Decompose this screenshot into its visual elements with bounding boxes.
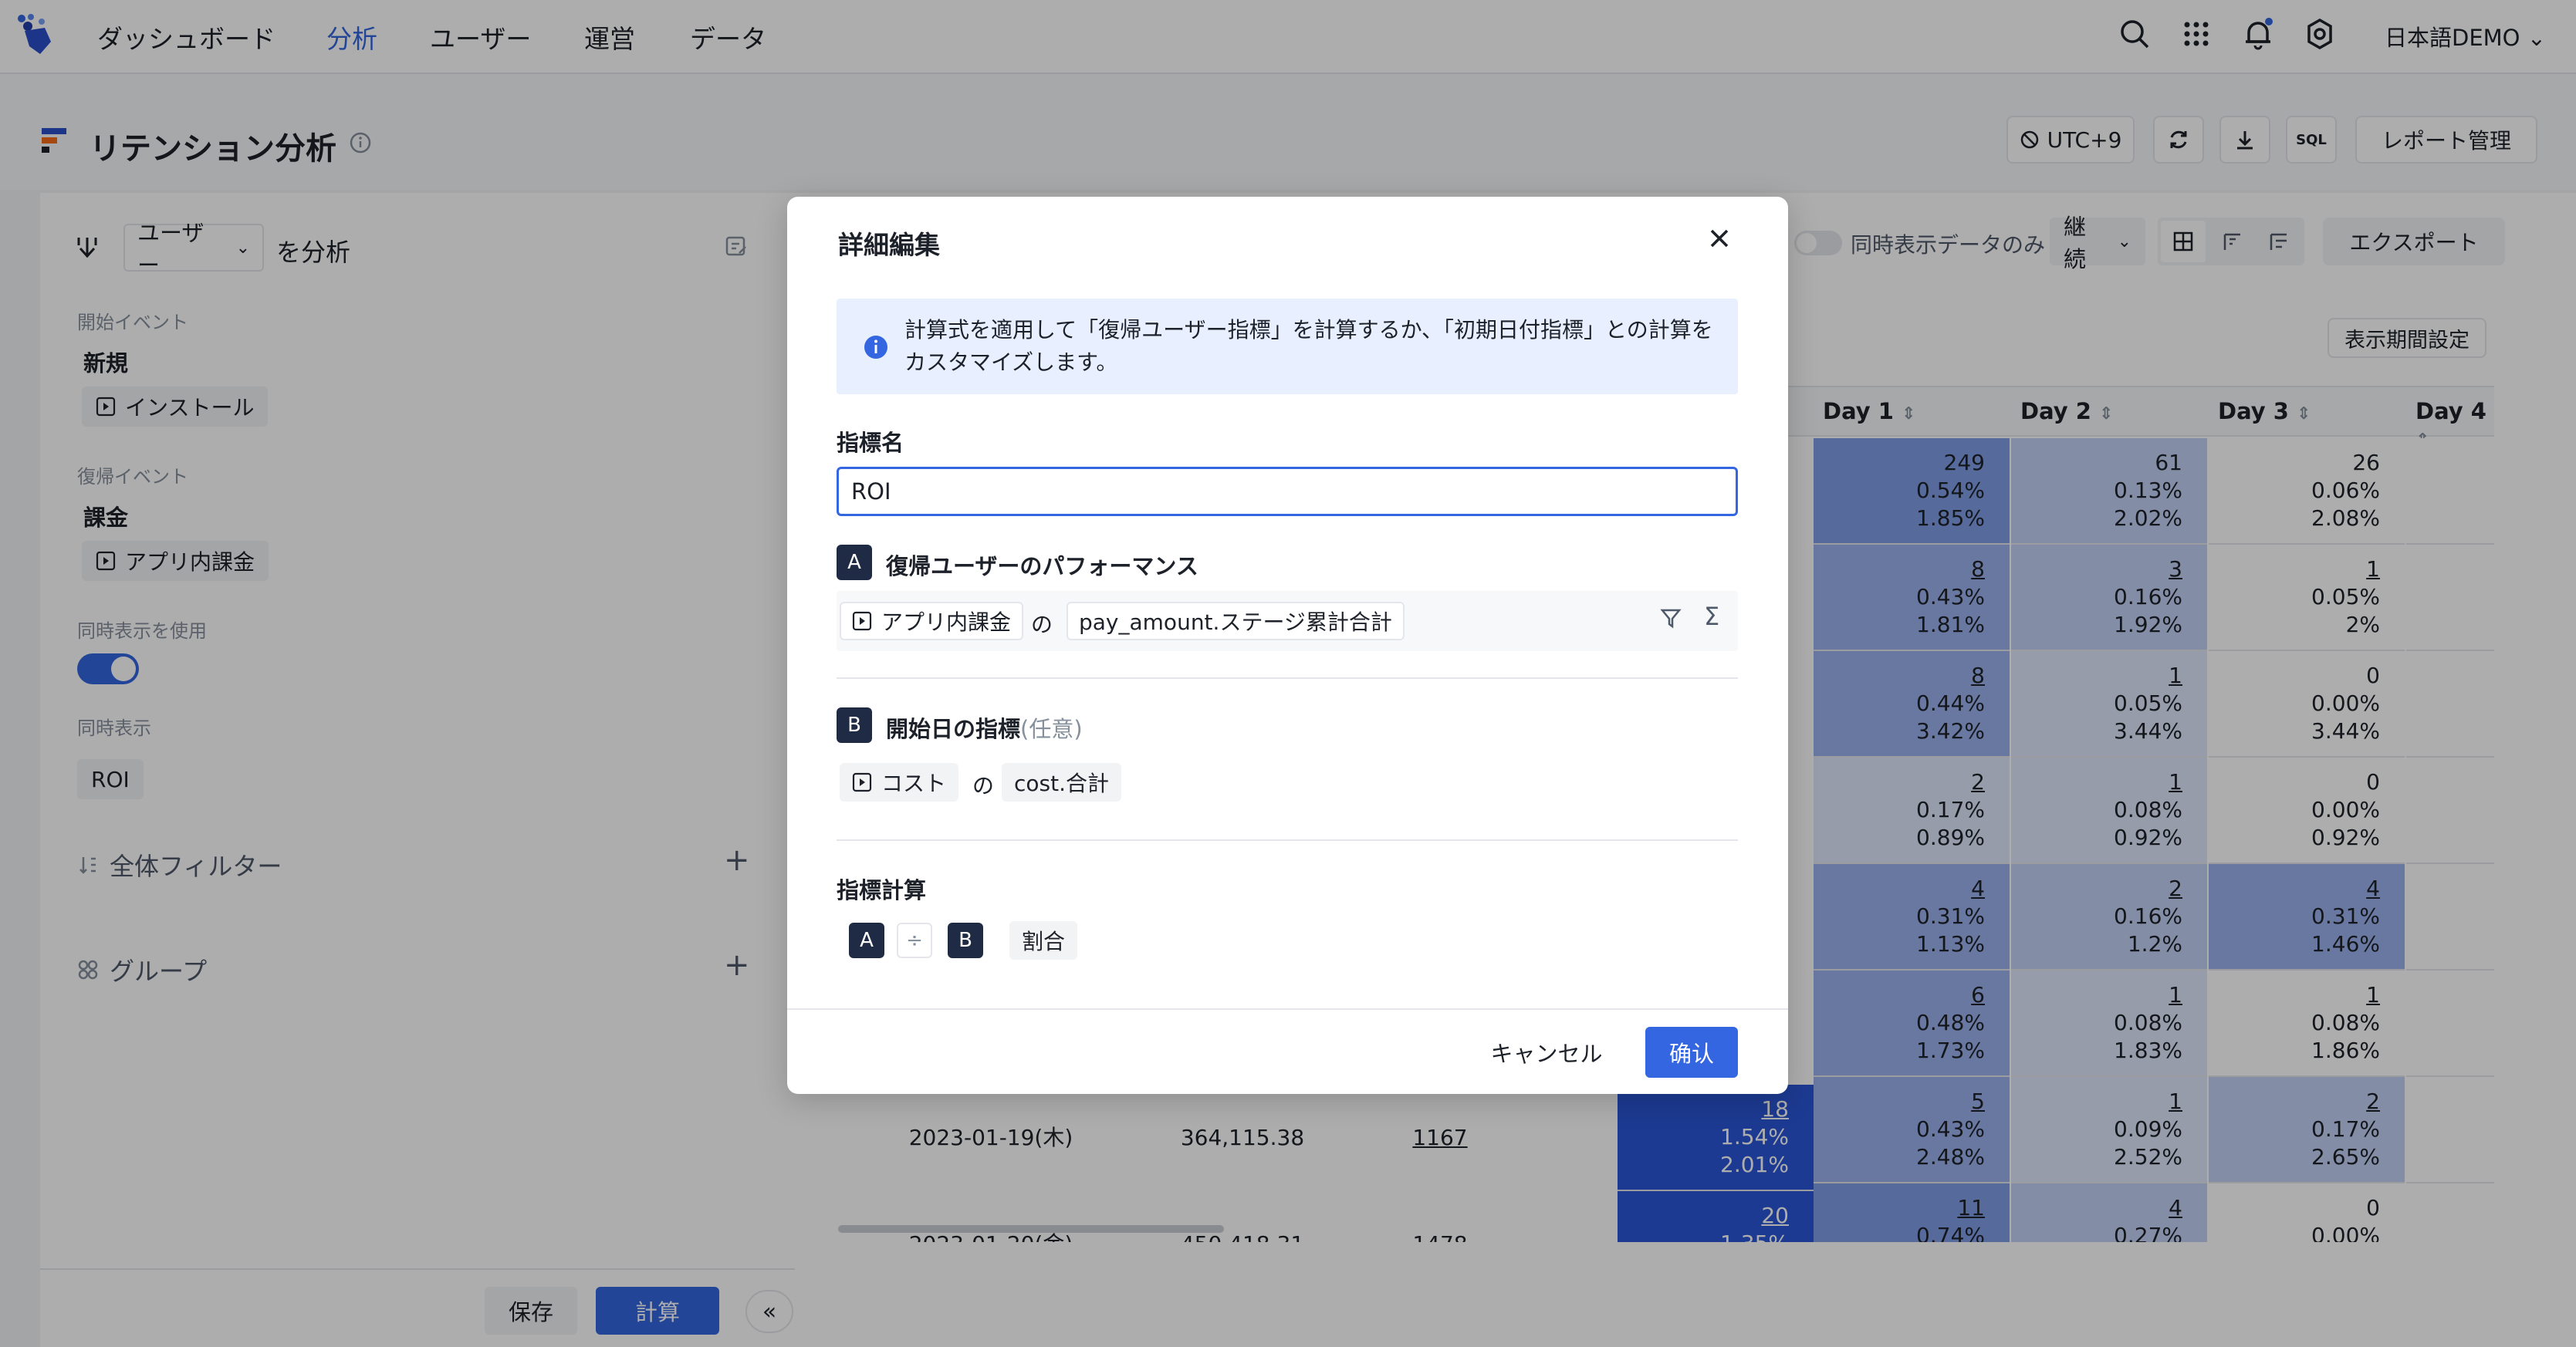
sigma-icon[interactable]: Σ [1704, 602, 1719, 631]
event-box-icon [852, 611, 872, 631]
detail-edit-modal: 詳細編集 計算式を適用して「復帰ユーザー指標」を計算するか、「初期日付指標」との… [787, 197, 1788, 1094]
b-optional-text: (任意) [1020, 716, 1083, 742]
confirm-button[interactable]: 确认 [1645, 1027, 1738, 1078]
divider [837, 677, 1738, 679]
a-event-select[interactable]: アプリ内課金 [840, 602, 1024, 640]
calc-operator-select[interactable]: ÷ [897, 923, 932, 958]
a-event-label: アプリ内課金 [881, 609, 1012, 635]
b-event-select[interactable]: コスト [840, 763, 959, 802]
calc-operand-a[interactable]: A [849, 923, 884, 958]
badge-a: A [837, 545, 872, 580]
metric-name-value: ROI [851, 478, 891, 505]
b-metric-label: cost.合計 [1014, 771, 1109, 796]
of-label: の [972, 773, 995, 798]
a-metric-select[interactable]: pay_amount.ステージ累計合計 [1067, 602, 1405, 640]
calc-label: 指標計算 [837, 877, 927, 903]
event-box-icon [852, 772, 872, 792]
name-label: 指標名 [837, 430, 904, 456]
filter-icon[interactable] [1659, 606, 1682, 630]
calc-format-select[interactable]: 割合 [1009, 921, 1078, 960]
divider [837, 839, 1738, 841]
info-icon [863, 334, 889, 360]
a-title: 復帰ユーザーのパフォーマンス [886, 553, 1198, 579]
b-title-text: 開始日の指標 [886, 716, 1021, 742]
modal-title: 詳細編集 [838, 230, 940, 260]
badge-b: B [837, 707, 872, 743]
calc-operand-b[interactable]: B [948, 923, 983, 958]
of-label: の [1031, 612, 1053, 637]
info-text: 計算式を適用して「復帰ユーザー指標」を計算するか、「初期日付指標」との計算をカス… [904, 317, 1713, 375]
close-icon[interactable] [1706, 224, 1733, 252]
cancel-button[interactable]: キャンセル [1477, 1028, 1616, 1076]
a-definition-row: アプリ内課金 の pay_amount.ステージ累計合計 Σ [837, 591, 1738, 651]
metric-name-input[interactable]: ROI [837, 467, 1738, 516]
info-banner: 計算式を適用して「復帰ユーザー指標」を計算するか、「初期日付指標」との計算をカス… [837, 299, 1738, 394]
b-title: 開始日の指標(任意) [886, 711, 1083, 744]
modal-footer-divider [787, 1008, 1788, 1010]
a-metric-label: pay_amount.ステージ累計合計 [1079, 609, 1392, 635]
b-event-label: コスト [881, 771, 947, 796]
b-metric-select[interactable]: cost.合計 [1002, 763, 1121, 802]
